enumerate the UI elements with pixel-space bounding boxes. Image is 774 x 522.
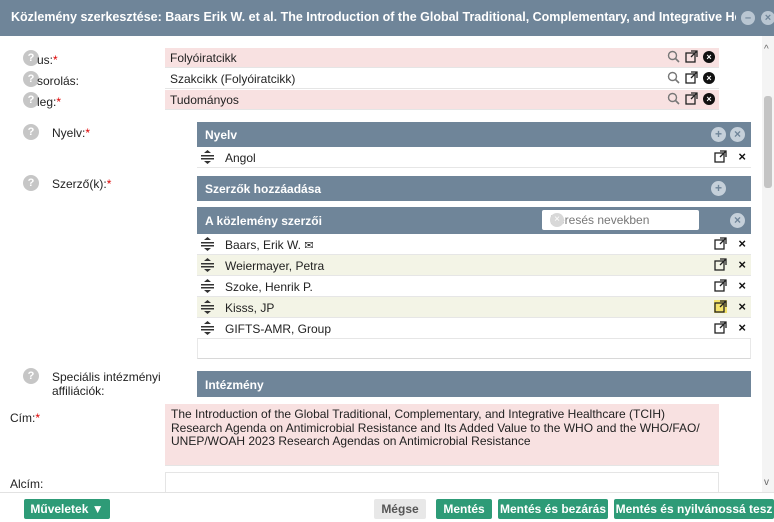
open-external-icon[interactable] [714, 321, 727, 334]
open-external-icon[interactable] [714, 258, 727, 271]
alcim-textarea[interactable] [165, 472, 719, 492]
mail-icon: ✉ [304, 240, 314, 252]
author-row: Weiermayer, Petra × [197, 255, 751, 276]
scrollbar-thumb[interactable] [764, 96, 772, 188]
cim-line: Research Agenda on Antimicrobial Resista… [171, 420, 700, 435]
help-icon[interactable]: ? [23, 368, 39, 384]
open-external-icon[interactable] [714, 300, 727, 313]
add-author-icon[interactable]: + [711, 181, 726, 196]
nyelv-label: Nyelv:* [52, 126, 91, 140]
help-icon[interactable]: ? [23, 175, 39, 191]
besorolas-value: Szakcikk (Folyóiratcikk) [170, 72, 296, 86]
language-name: Angol [225, 151, 256, 165]
save-button[interactable]: Mentés [436, 499, 492, 519]
close-icon[interactable]: × [761, 11, 774, 25]
jelleg-value: Tudományos [170, 93, 239, 107]
muveletek-button[interactable]: Műveletek ▼ [24, 499, 110, 519]
open-external-icon[interactable] [685, 50, 698, 63]
dialog-title: Közlemény szerkesztése: Baars Erik W. et… [11, 10, 736, 24]
drag-handle-icon[interactable] [201, 150, 214, 164]
author-search-placeholder: Keresés nevekben [550, 213, 650, 227]
delete-icon[interactable]: × [738, 257, 746, 272]
save-publish-button[interactable]: Mentés és nyilvánossá tesz [614, 499, 774, 519]
author-name: GIFTS-AMR, Group [225, 322, 332, 336]
add-icon[interactable]: + [711, 127, 726, 142]
remove-all-icon[interactable]: × [730, 213, 745, 228]
author-name: Szoke, Henrik P. [225, 280, 313, 294]
author-name: Baars, Erik W. ✉ [225, 238, 314, 252]
tipus-label: us:* [37, 53, 58, 67]
jelleg-label: leg:* [37, 95, 62, 109]
scroll-down-icon[interactable]: v [764, 477, 769, 488]
drag-handle-icon[interactable] [201, 279, 214, 293]
open-external-icon[interactable] [685, 92, 698, 105]
szerzok-add-title: Szerzők hozzáadása [205, 182, 322, 196]
form-body: ? us:* Folyóiratcikk × ? sorolás: Szakci… [0, 36, 762, 492]
remove-icon[interactable]: × [730, 127, 745, 142]
drag-handle-icon[interactable] [201, 258, 214, 272]
delete-icon[interactable]: × [738, 320, 746, 335]
save-close-button[interactable]: Mentés és bezárás [498, 499, 608, 519]
drag-handle-icon[interactable] [201, 321, 214, 335]
alcim-label: Alcím: [10, 477, 44, 491]
dialog-titlebar: Közlemény szerkesztése: Baars Erik W. et… [0, 0, 774, 36]
besorolas-label: sorolás: [37, 74, 80, 88]
author-search-input[interactable]: Keresés nevekben × [542, 210, 699, 230]
clear-icon[interactable]: × [703, 92, 715, 105]
jelleg-field[interactable]: Tudományos × [165, 90, 719, 110]
clear-icon[interactable]: × [703, 50, 715, 63]
delete-icon[interactable]: × [738, 299, 746, 314]
intezmeny-panel-header: Intézmény [197, 371, 751, 397]
authors-panel-title: A közlemény szerzői [205, 214, 322, 228]
search-icon[interactable] [667, 50, 680, 63]
cancel-button[interactable]: Mégse [374, 499, 426, 519]
cim-line: UNEP/WOAH 2023 Research Agendas on Antim… [171, 434, 531, 448]
author-row: Kisss, JP × [197, 297, 751, 318]
intezmeny-panel-title: Intézmény [205, 378, 264, 392]
szerzok-add-header: Szerzők hozzáadása + [197, 176, 751, 201]
list-item: Angol × [197, 147, 751, 168]
tipus-field[interactable]: Folyóiratcikk × [165, 48, 719, 68]
open-external-icon[interactable] [714, 150, 727, 163]
intezmeny-panel: Intézmény [197, 371, 751, 397]
cim-line: The Introduction of the Global Tradition… [171, 407, 666, 421]
szerzok-label: Szerző(k):* [52, 177, 112, 191]
nyelv-panel-title: Nyelv [205, 128, 238, 142]
authors-panel: A közlemény szerzői Keresés nevekben × ×… [197, 207, 751, 359]
drag-handle-icon[interactable] [201, 300, 214, 314]
scroll-up-icon[interactable]: ^ [764, 44, 769, 55]
author-row: GIFTS-AMR, Group × [197, 318, 751, 339]
specialis-label: Speciális intézményi affiliációk: [52, 370, 161, 398]
scrollbar[interactable]: ^ v [762, 36, 774, 492]
author-name: Kisss, JP [225, 301, 275, 315]
search-icon[interactable] [667, 92, 680, 105]
search-clear-icon[interactable]: × [550, 213, 564, 227]
drag-handle-icon[interactable] [201, 237, 214, 251]
open-external-icon[interactable] [714, 279, 727, 292]
authors-panel-header: A közlemény szerzői Keresés nevekben × × [197, 207, 751, 234]
author-row: Baars, Erik W. ✉ × [197, 234, 751, 255]
authors-empty-row [197, 339, 751, 359]
open-external-icon[interactable] [685, 71, 698, 84]
dialog-footer: Műveletek ▼ Mégse Mentés Mentés és bezár… [0, 492, 774, 522]
tipus-value: Folyóiratcikk [170, 51, 237, 65]
cim-label: Cím:* [10, 411, 41, 425]
delete-icon[interactable]: × [738, 236, 746, 251]
delete-icon[interactable]: × [738, 278, 746, 293]
szerzok-add-panel: Szerzők hozzáadása + [197, 176, 751, 201]
cim-textarea[interactable]: The Introduction of the Global Tradition… [165, 404, 719, 466]
besorolas-field[interactable]: Szakcikk (Folyóiratcikk) × [165, 69, 719, 89]
nyelv-panel: Nyelv + × Angol × [197, 122, 751, 168]
author-row: Szoke, Henrik P. × [197, 276, 751, 297]
nyelv-panel-header: Nyelv + × [197, 122, 751, 147]
search-icon[interactable] [667, 71, 680, 84]
minimize-icon[interactable]: – [741, 11, 755, 25]
delete-icon[interactable]: × [738, 149, 746, 164]
help-icon[interactable]: ? [23, 124, 39, 140]
author-name: Weiermayer, Petra [225, 259, 325, 273]
open-external-icon[interactable] [714, 237, 727, 250]
clear-icon[interactable]: × [703, 71, 715, 84]
